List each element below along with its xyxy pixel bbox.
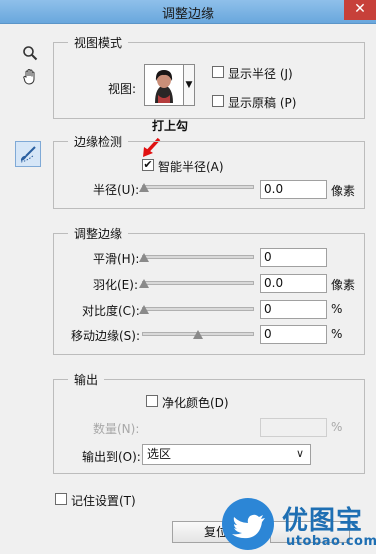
show-original-label: 显示原稿 (P) — [228, 96, 297, 110]
output-to-label: 输出到(O): — [82, 450, 141, 464]
view-label: 视图: — [108, 82, 137, 96]
shift-edge-label: 移动边缘(S): — [71, 329, 141, 343]
contrast-slider-thumb[interactable] — [139, 305, 149, 314]
smooth-slider-track[interactable] — [142, 255, 254, 259]
decontaminate-checkbox[interactable] — [146, 395, 158, 407]
watermark-brand-text: 优图宝 — [282, 506, 364, 536]
hand-icon[interactable] — [19, 66, 41, 88]
radius-label: 半径(U): — [93, 183, 140, 197]
feather-field[interactable]: 0.0 — [260, 274, 327, 293]
remember-settings-label: 记住设置(T) — [71, 494, 136, 508]
amount-field — [260, 418, 327, 437]
annotation-text: 打上勾 — [152, 119, 189, 133]
output-title: 输出 — [68, 371, 105, 388]
contrast-slider-track[interactable] — [142, 307, 254, 311]
feather-unit: 像素 — [331, 278, 356, 292]
radius-slider-thumb[interactable] — [139, 183, 149, 192]
zoom-icon[interactable] — [19, 42, 41, 64]
radius-slider-track[interactable] — [142, 185, 254, 189]
feather-label: 羽化(E): — [93, 278, 138, 292]
show-original-checkbox[interactable] — [212, 95, 224, 107]
radius-unit: 像素 — [331, 184, 356, 198]
adjust-edge-title: 调整边缘 — [68, 225, 129, 242]
smart-radius-label: 智能半径(A) — [158, 160, 224, 174]
view-thumbnail[interactable] — [144, 64, 184, 106]
amount-unit: % — [331, 420, 343, 434]
remember-settings-checkbox[interactable] — [55, 493, 67, 505]
shift-edge-unit: % — [331, 327, 343, 341]
window-title: 调整边缘 — [161, 7, 214, 22]
view-mode-group — [53, 42, 365, 119]
radius-field[interactable]: 0.0 — [260, 180, 327, 199]
feather-slider-thumb[interactable] — [139, 279, 149, 288]
watermark-url-text: utobao.com — [286, 534, 376, 549]
show-radius-checkbox[interactable] — [212, 66, 224, 78]
output-to-select[interactable]: 选区 ∨ — [142, 444, 311, 465]
smart-radius-checkbox[interactable]: ✔ — [142, 159, 154, 171]
smooth-slider-thumb[interactable] — [139, 253, 149, 262]
watermark-bird-logo — [222, 498, 274, 550]
smooth-field[interactable]: 0 — [260, 248, 327, 267]
view-dropdown-arrow-icon[interactable]: ▼ — [184, 64, 195, 106]
close-button[interactable]: ✕ — [344, 0, 376, 20]
amount-label: 数量(N): — [93, 422, 140, 436]
edge-detection-title: 边缘检测 — [68, 133, 129, 150]
contrast-label: 对比度(C): — [82, 304, 140, 318]
contrast-field[interactable]: 0 — [260, 300, 327, 319]
refine-radius-brush-icon[interactable] — [15, 141, 41, 167]
decontaminate-label: 净化颜色(D) — [162, 396, 229, 410]
shift-edge-field[interactable]: 0 — [260, 325, 327, 344]
chevron-down-icon: ∨ — [295, 447, 304, 460]
shift-edge-slider-thumb[interactable] — [193, 330, 203, 339]
output-to-value: 选区 — [147, 447, 172, 461]
contrast-unit: % — [331, 302, 343, 316]
view-mode-title: 视图模式 — [68, 34, 129, 51]
show-radius-label: 显示半径 (J) — [228, 67, 293, 81]
smooth-label: 平滑(H): — [93, 252, 140, 266]
feather-slider-track[interactable] — [142, 281, 254, 285]
